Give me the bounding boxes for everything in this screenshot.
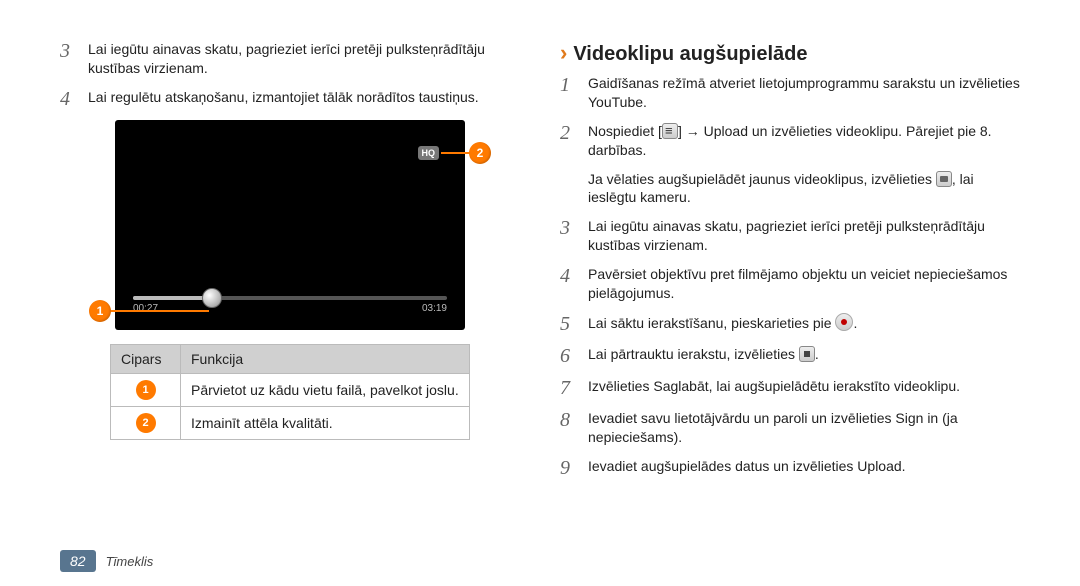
step-text: Gaidīšanas režīmā atveriet lietojumprogr…: [588, 74, 1020, 112]
step-text: Lai iegūtu ainavas skatu, pagrieziet ier…: [588, 217, 1020, 255]
table-head-number: Cipars: [111, 344, 181, 373]
right-column: › Videoklipu augšupielāde 1 Gaidīšanas r…: [560, 40, 1020, 540]
page-number: 82: [60, 550, 96, 572]
step-text: Ievadiet augšupielādes datus un izvēliet…: [588, 457, 1020, 479]
right-step-1: 1 Gaidīšanas režīmā atveriet lietojumpro…: [560, 74, 1020, 112]
function-table: Cipars Funkcija 1 Pārvietot uz kādu viet…: [110, 344, 470, 440]
callout-line: [109, 310, 209, 312]
callout-2-icon: 2: [469, 142, 491, 164]
left-column: 3 Lai iegūtu ainavas skatu, pagrieziet i…: [60, 40, 520, 540]
right-step-7: 7 Izvēlieties Saglabāt, lai augšupielādē…: [560, 377, 1020, 399]
step-number: 3: [60, 40, 80, 78]
row-2-text: Izmainīt attēla kvalitāti.: [181, 406, 470, 439]
row-number-2-icon: 2: [136, 413, 156, 433]
step-text: Pavērsiet objektīvu pret filmējamo objek…: [588, 265, 1020, 303]
step-number: 4: [560, 265, 580, 303]
heading-text: Videoklipu augšupielāde: [573, 43, 807, 66]
step-text: Lai pārtrauktu ierakstu, izvēlieties .: [588, 345, 1020, 367]
right-step-5: 5 Lai sāktu ierakstīšanu, pieskarieties …: [560, 313, 1020, 335]
table-row: 1 Pārvietot uz kādu vietu failā, pavelko…: [111, 373, 470, 406]
left-step-3: 3 Lai iegūtu ainavas skatu, pagrieziet i…: [60, 40, 520, 78]
step-number: 3: [560, 217, 580, 255]
step-number: 9: [560, 457, 580, 479]
chevron-icon: ›: [560, 40, 567, 66]
step-number: 4: [60, 88, 80, 110]
camera-icon: [936, 171, 952, 187]
right-step-3: 3 Lai iegūtu ainavas skatu, pagrieziet i…: [560, 217, 1020, 255]
callout-line: [441, 152, 471, 154]
right-step-6: 6 Lai pārtrauktu ierakstu, izvēlieties .: [560, 345, 1020, 367]
step-number: 2: [560, 122, 580, 160]
step-text: Lai sāktu ierakstīšanu, pieskarieties pi…: [588, 313, 1020, 335]
step-number: 5: [560, 313, 580, 335]
right-step-2-note: Ja vēlaties augšupielādēt jaunus videokl…: [588, 170, 1020, 208]
time-elapsed: 00:27: [133, 303, 158, 314]
table-head-function: Funkcija: [181, 344, 470, 373]
right-step-9: 9 Ievadiet augšupielādes datus un izvēli…: [560, 457, 1020, 479]
stop-icon: [799, 346, 815, 362]
step-text: Lai iegūtu ainavas skatu, pagrieziet ier…: [88, 40, 520, 78]
player-screenshot: HQ 00:27 03:19 1 2: [115, 120, 465, 330]
step-number: 6: [560, 345, 580, 367]
left-step-4: 4 Lai regulētu atskaņošanu, izmantojiet …: [60, 88, 520, 110]
step-number: 8: [560, 409, 580, 447]
right-step-4: 4 Pavērsiet objektīvu pret filmējamo obj…: [560, 265, 1020, 303]
right-step-2: 2 Nospiediet [] → Upload un izvēlieties …: [560, 122, 1020, 160]
step-text: Ievadiet savu lietotājvārdu un paroli un…: [588, 409, 1020, 447]
callout-1-icon: 1: [89, 300, 111, 322]
row-number-1-icon: 1: [136, 380, 156, 400]
time-total: 03:19: [422, 303, 447, 314]
record-icon: [835, 313, 853, 331]
step-text: Lai regulētu atskaņošanu, izmantojiet tā…: [88, 88, 520, 110]
step-number: 7: [560, 377, 580, 399]
menu-key-icon: [662, 123, 678, 139]
page-footer: 82 Tīmeklis: [60, 550, 153, 572]
step-text: Izvēlieties Saglabāt, lai augšupielādētu…: [588, 377, 1020, 399]
section-heading: › Videoklipu augšupielāde: [560, 40, 1020, 66]
right-step-8: 8 Ievadiet savu lietotājvārdu un paroli …: [560, 409, 1020, 447]
section-name: Tīmeklis: [106, 554, 154, 569]
seek-thumb-icon: [202, 288, 222, 308]
row-1-text: Pārvietot uz kādu vietu failā, pavelkot …: [181, 373, 470, 406]
step-text: Nospiediet [] → Upload un izvēlieties vi…: [588, 122, 1020, 160]
table-row: 2 Izmainīt attēla kvalitāti.: [111, 406, 470, 439]
step-number: 1: [560, 74, 580, 112]
hq-badge: HQ: [418, 146, 440, 160]
